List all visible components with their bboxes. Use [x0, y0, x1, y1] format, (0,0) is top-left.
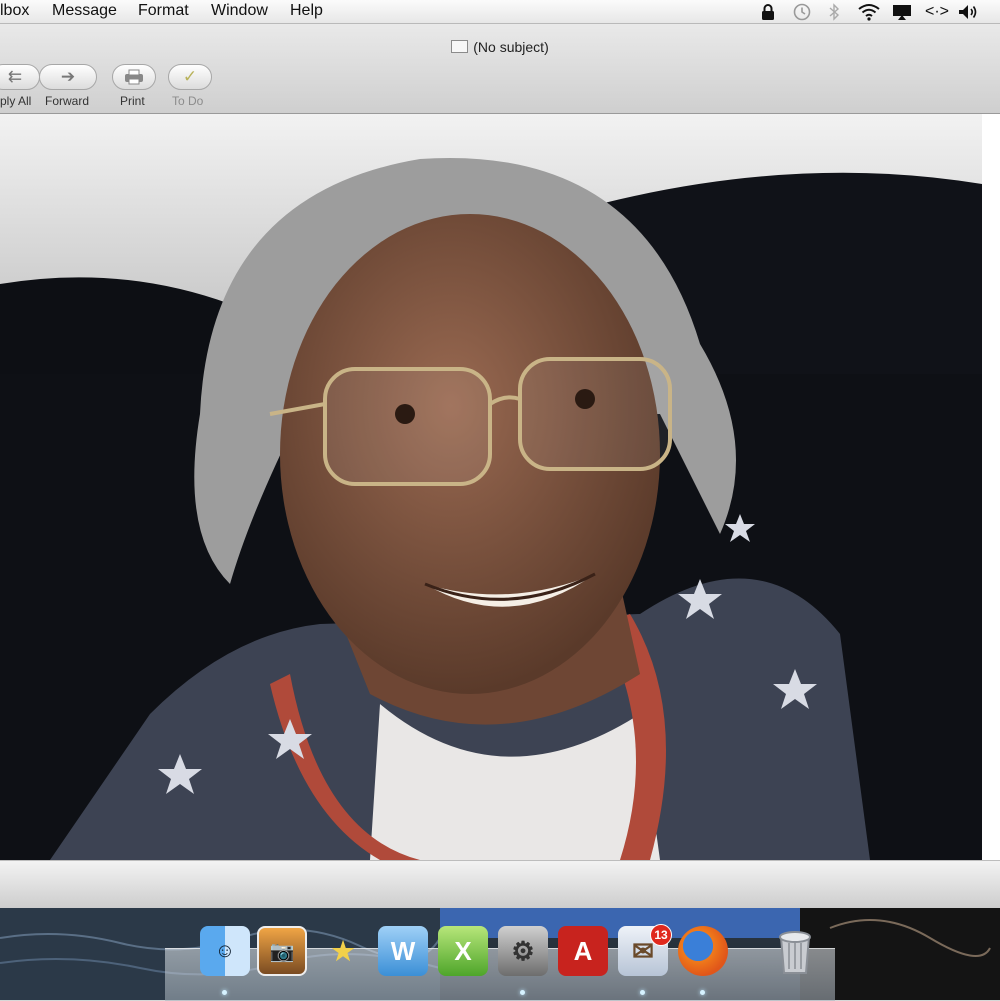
airplay-icon[interactable] [891, 0, 913, 24]
portrait-illustration [0, 114, 982, 860]
iphoto-icon[interactable]: 📷 [257, 926, 307, 976]
todo-button[interactable]: ✓ [168, 64, 212, 90]
reply-all-label: ply All [0, 94, 32, 108]
window-bottom-bar [0, 860, 1000, 908]
finder-icon[interactable]: ☺ [200, 926, 250, 976]
wifi-icon[interactable] [857, 0, 881, 24]
menu-help[interactable]: Help [290, 2, 323, 20]
window-title-text: (No subject) [473, 39, 549, 55]
scroll-gutter [982, 114, 1000, 860]
mail-badge: 13 [650, 924, 672, 946]
message-window-toolbar: (No subject) ⇇ ➔ ✓ ply All Forward Print… [0, 24, 1000, 114]
window-title: (No subject) [0, 39, 1000, 55]
print-label: Print [120, 94, 145, 108]
excel-icon[interactable]: X [438, 926, 488, 976]
menu-bar: lbox Message Format Window Help <·> [0, 0, 1000, 24]
firefox-running-indicator [700, 990, 705, 995]
system-preferences-icon[interactable]: ⚙ [498, 926, 548, 976]
firefox-icon[interactable] [678, 926, 728, 976]
reply-all-button[interactable]: ⇇ [0, 64, 40, 90]
printer-icon [125, 69, 143, 85]
menu-message[interactable]: Message [52, 2, 117, 20]
imovie-icon[interactable]: ★ [318, 926, 368, 976]
lock-icon[interactable] [760, 0, 776, 24]
envelope-icon [451, 40, 469, 53]
code-icon[interactable]: <·> [925, 0, 949, 24]
forward-label: Forward [45, 94, 90, 108]
checkmark-icon: ✓ [182, 67, 198, 86]
todo-label: To Do [172, 94, 204, 108]
forward-arrow-icon: ➔ [60, 67, 76, 86]
word-icon[interactable]: W [378, 926, 428, 976]
menu-format[interactable]: Format [138, 2, 189, 20]
finder-running-indicator [222, 990, 227, 995]
menu-window[interactable]: Window [211, 2, 268, 20]
sysprefs-running-indicator [520, 990, 525, 995]
forward-button[interactable]: ➔ [39, 64, 97, 90]
bluetooth-icon[interactable] [828, 0, 840, 24]
message-photo [0, 114, 982, 860]
adobe-reader-icon[interactable]: A [558, 926, 608, 976]
mail-running-indicator [640, 990, 645, 995]
reply-all-icon: ⇇ [7, 67, 23, 86]
time-machine-icon[interactable] [792, 0, 812, 24]
print-button[interactable] [112, 64, 156, 90]
trash-icon[interactable] [770, 926, 820, 976]
menu-mailbox[interactable]: lbox [0, 2, 29, 20]
volume-icon[interactable] [957, 0, 979, 24]
